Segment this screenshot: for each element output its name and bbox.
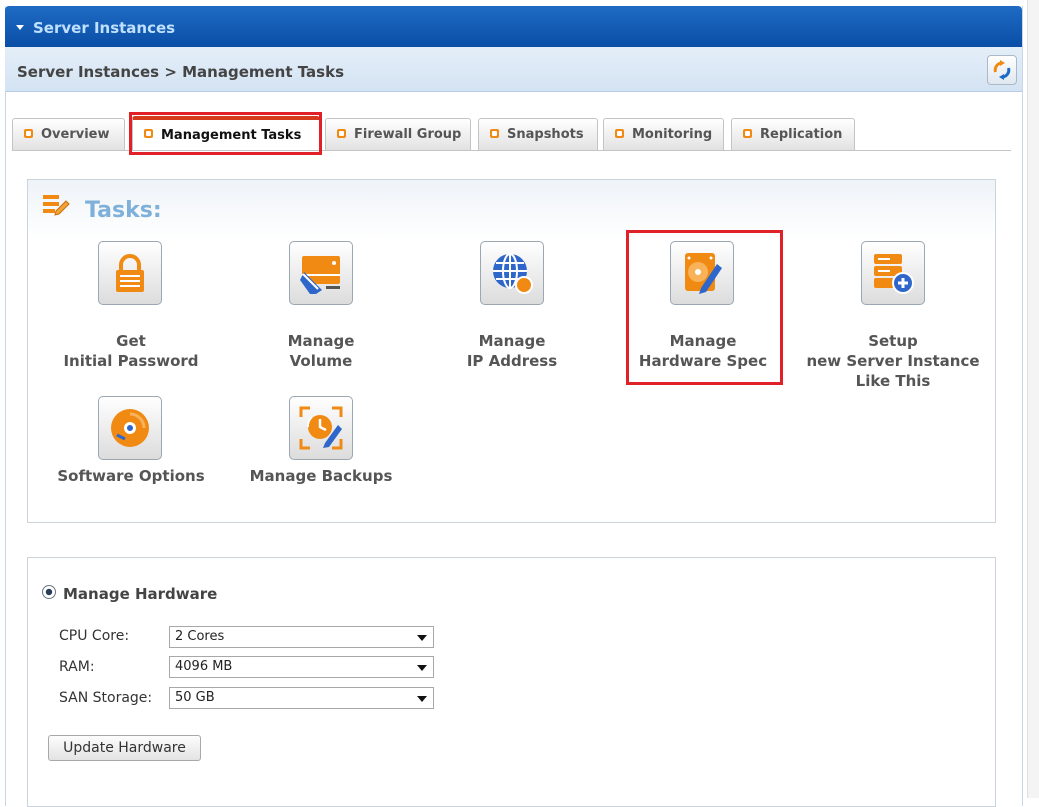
- manage-hardware-radio[interactable]: [42, 585, 56, 599]
- cpu-core-label: CPU Core:: [59, 628, 130, 644]
- page-scroll-strip: [1027, 0, 1039, 798]
- tab-replication[interactable]: Replication: [731, 118, 855, 150]
- setup-server-task-label: Setup new Server Instance Like This: [806, 332, 980, 390]
- breadcrumb: Server Instances > Management Tasks: [17, 63, 344, 81]
- cpu-core-select[interactable]: 2 Cores: [169, 626, 434, 648]
- tab-monitoring[interactable]: Monitoring: [603, 118, 724, 150]
- dropdown-arrow-icon: [417, 696, 427, 702]
- backup-clock-icon: [299, 406, 343, 450]
- volume-edit-icon: [300, 256, 340, 294]
- dropdown-arrow-icon: [417, 665, 427, 671]
- tab-overview[interactable]: Overview: [12, 118, 125, 150]
- tab-bullet-icon: [615, 129, 624, 138]
- tasks-title: Tasks:: [85, 198, 162, 223]
- manage-ip-task-label: Manage IP Address: [466, 332, 558, 370]
- update-hardware-button[interactable]: Update Hardware: [48, 735, 201, 761]
- collapse-arrow-icon[interactable]: [16, 25, 24, 30]
- globe-icon: [493, 253, 533, 294]
- manage-volume-task-label: Manage Volume: [287, 332, 355, 370]
- tab-label: Snapshots: [507, 127, 584, 142]
- cd-icon: [111, 409, 149, 447]
- server-add-icon: [874, 254, 914, 294]
- san-storage-label: SAN Storage:: [59, 690, 153, 706]
- ram-value: 4096 MB: [175, 659, 233, 674]
- manage-backups-task-button[interactable]: [289, 396, 353, 460]
- tab-bullet-icon: [337, 129, 346, 138]
- highlight-box-tab: [129, 112, 322, 155]
- tab-bullet-icon: [490, 129, 499, 138]
- window-title: Server Instances: [33, 19, 176, 37]
- tasks-list-icon: [43, 195, 70, 216]
- manage-hardware-title: Manage Hardware: [63, 585, 218, 603]
- tab-label: Firewall Group: [354, 127, 462, 142]
- tab-snapshots[interactable]: Snapshots: [478, 118, 598, 150]
- get-password-task-label: Get Initial Password: [63, 332, 199, 370]
- software-options-task-button[interactable]: [98, 396, 162, 460]
- highlight-box-hardware-spec: [626, 230, 783, 385]
- san-storage-select[interactable]: 50 GB: [169, 687, 434, 709]
- dropdown-arrow-icon: [417, 635, 427, 641]
- san-storage-value: 50 GB: [175, 690, 215, 705]
- refresh-icon: [993, 60, 1011, 80]
- ram-select[interactable]: 4096 MB: [169, 656, 434, 678]
- manage-volume-task-button[interactable]: [289, 241, 353, 305]
- tab-label: Overview: [41, 127, 110, 142]
- tab-label: Replication: [760, 127, 843, 142]
- breadcrumb-bar: Server Instances > Management Tasks: [5, 47, 1022, 92]
- tab-bullet-icon: [24, 129, 33, 138]
- tab-bullet-icon: [743, 129, 752, 138]
- manage-backups-task-label: Manage Backups: [249, 467, 393, 485]
- tab-firewall-group[interactable]: Firewall Group: [325, 118, 471, 150]
- setup-server-task-button[interactable]: [861, 241, 925, 305]
- refresh-button[interactable]: [987, 55, 1017, 85]
- tab-label: Monitoring: [632, 127, 713, 142]
- lock-icon: [116, 254, 144, 292]
- software-options-task-label: Software Options: [57, 467, 205, 485]
- window-title-bar[interactable]: Server Instances: [5, 6, 1022, 47]
- cpu-core-value: 2 Cores: [175, 629, 225, 644]
- get-password-task-button[interactable]: [98, 241, 162, 305]
- manage-ip-task-button[interactable]: [480, 241, 544, 305]
- ram-label: RAM:: [59, 659, 95, 675]
